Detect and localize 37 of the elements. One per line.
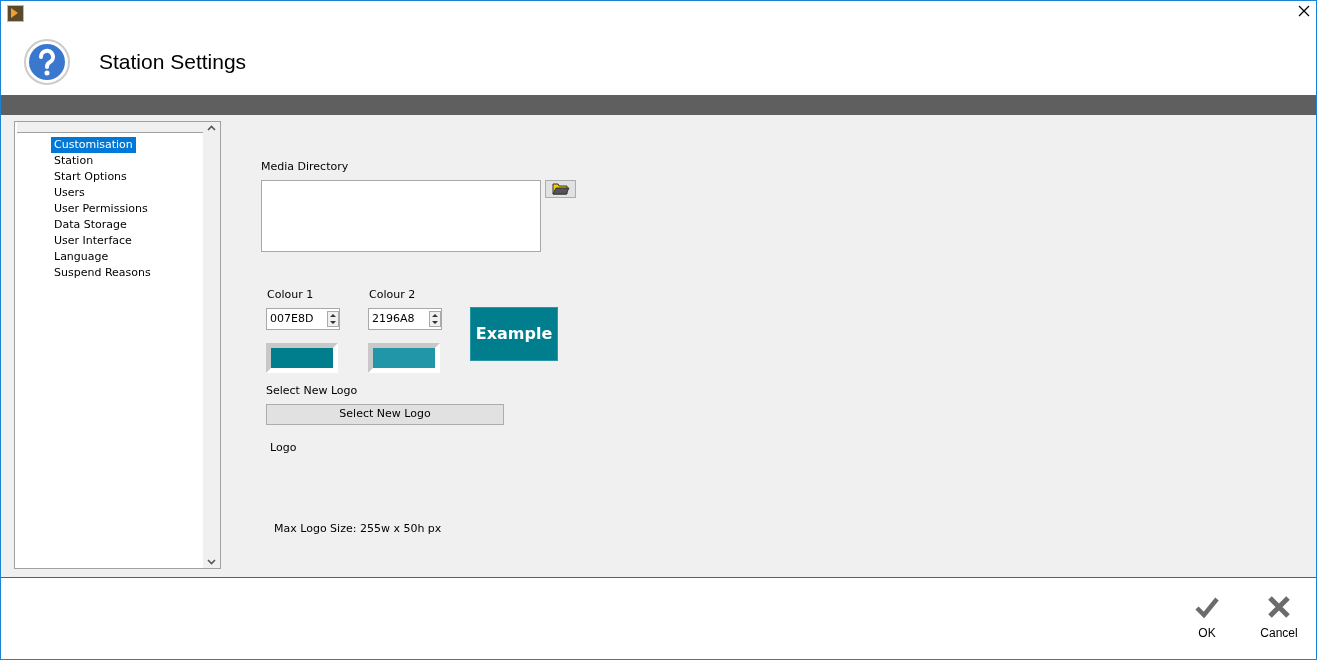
tree-item[interactable]: Language [51,249,112,265]
field-label: Colour 1 [267,286,315,303]
spinner-arrows-icon[interactable] [327,311,339,327]
tree-item[interactable]: Customisation [51,137,136,153]
tree-item[interactable]: User Permissions [51,201,151,217]
tree-item[interactable]: Data Storage [51,217,130,233]
field-label: Media Directory [261,159,350,175]
check-icon [1195,596,1219,618]
logo-caption: Logo [270,439,298,456]
scroll-up-icon[interactable] [207,125,216,131]
field-label: Select New Logo [266,383,359,399]
cancel-button[interactable]: Cancel [1256,596,1302,642]
tree-item[interactable]: Suspend Reasons [51,265,154,281]
logo-size-note: Max Logo Size: 255w x 50h px [274,521,443,537]
app-icon [7,5,24,22]
colour-spin-field[interactable]: 2196A8 [368,308,442,330]
example-preview: Example [470,306,558,361]
folder-icon [551,182,570,195]
question-mark-icon [23,37,71,86]
colour-spin-field[interactable]: 007E8D [266,308,340,330]
window-title: Station Settings [99,48,247,75]
close-icon[interactable] [1298,5,1310,17]
close-icon [1268,596,1290,618]
ok-button[interactable]: OK [1184,596,1230,642]
tree-item[interactable]: Users [51,185,88,201]
select-logo-button[interactable]: Select New Logo [266,403,504,425]
colour-value: 2196A8 [372,310,416,327]
scrollbar[interactable] [203,122,220,568]
media-directory-field[interactable] [261,179,541,252]
browse-button[interactable] [545,179,576,198]
scroll-down-icon[interactable] [207,559,216,565]
tree-item[interactable]: User Interface [51,233,135,249]
field-label: Colour 2 [369,286,417,303]
spinner-arrows-icon[interactable] [429,311,441,327]
tree-item[interactable]: Start Options [51,169,130,185]
tree-item[interactable]: Station [51,153,97,169]
colour-value: 007E8D [270,310,315,327]
